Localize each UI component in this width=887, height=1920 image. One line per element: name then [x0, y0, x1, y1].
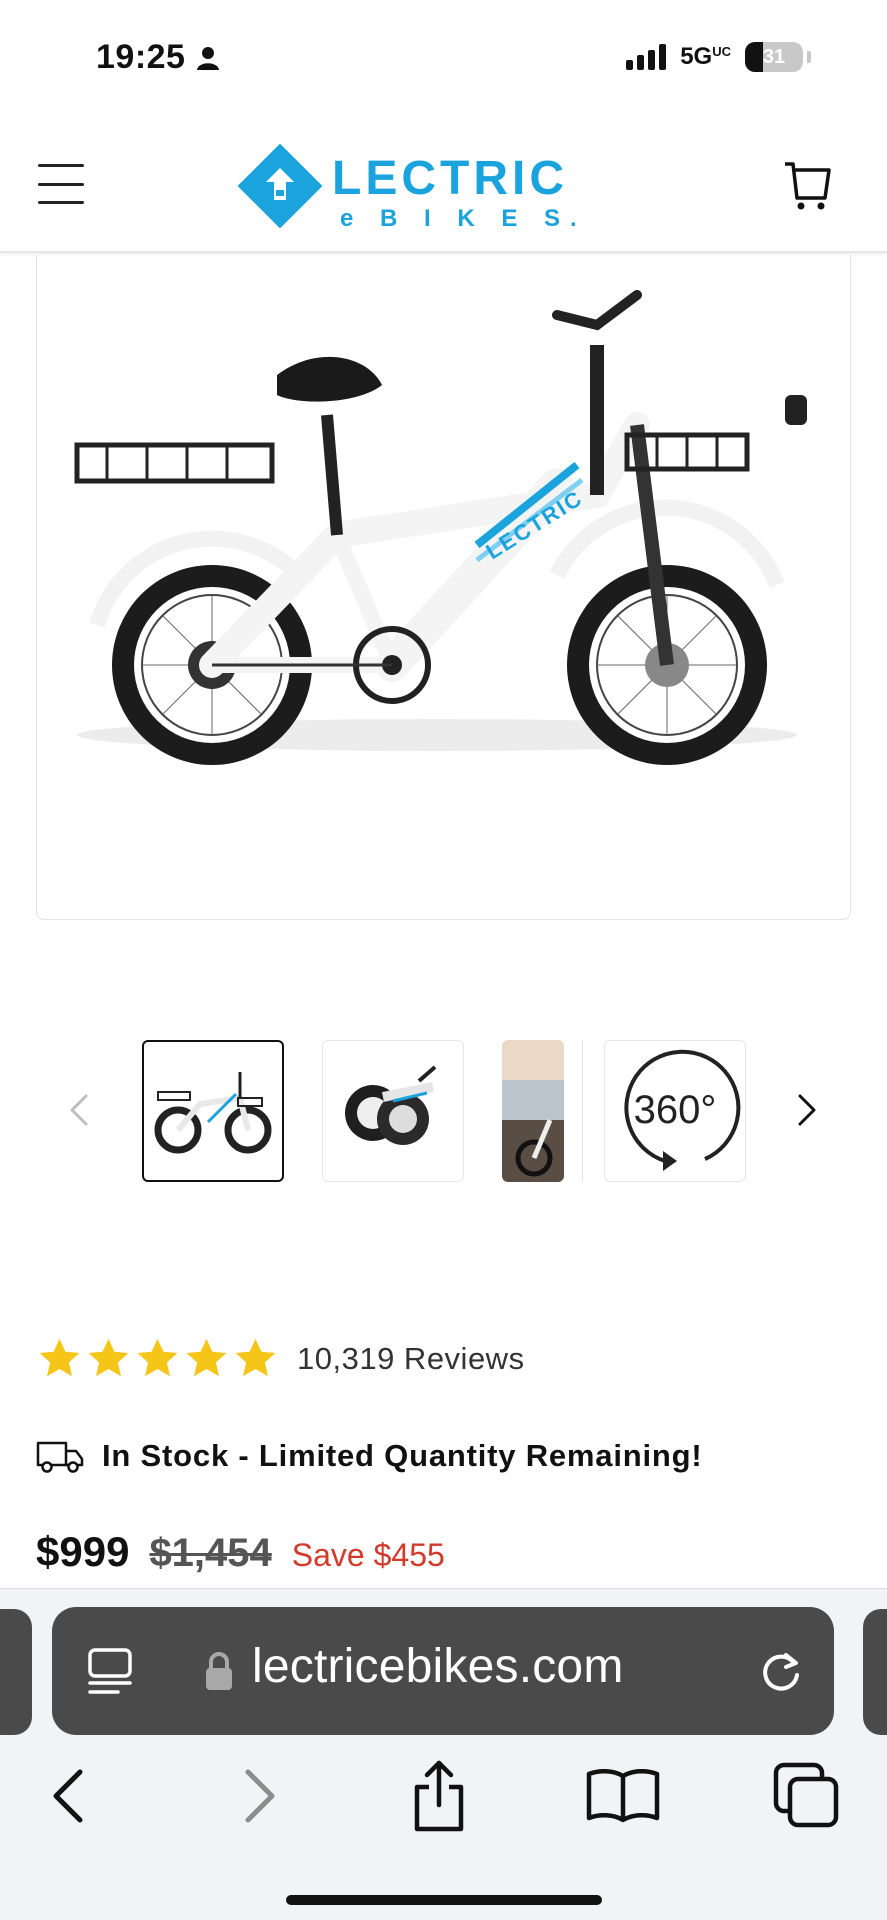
- battery-cap: [807, 51, 811, 63]
- share-icon[interactable]: [394, 1751, 484, 1841]
- url-text[interactable]: lectricebikes.com: [252, 1639, 624, 1694]
- star-icon: [88, 1338, 129, 1377]
- thumbnail-lifestyle-image: [502, 1040, 564, 1182]
- back-arrow-icon[interactable]: [24, 1751, 114, 1841]
- next-tab-preview[interactable]: [863, 1609, 887, 1735]
- savings-label: Save $455: [291, 1537, 445, 1573]
- logo-graphic: LECTRIC e B I K E S.: [237, 143, 587, 232]
- forward-arrow-icon[interactable]: [214, 1751, 304, 1841]
- logo-wordmark: LECTRIC: [332, 152, 568, 205]
- thumbnail-folded-view[interactable]: [322, 1040, 464, 1182]
- current-price: $999: [36, 1528, 130, 1575]
- network-label: 5GUC: [680, 43, 731, 70]
- cart-icon[interactable]: [781, 158, 833, 212]
- tabs-icon[interactable]: [762, 1751, 852, 1841]
- reload-icon[interactable]: [756, 1647, 806, 1697]
- address-bar[interactable]: lectricebikes.com: [52, 1607, 834, 1735]
- chevron-left-icon[interactable]: [58, 1088, 102, 1132]
- rating-stars: [36, 1336, 279, 1382]
- tire-text-front: LECTRIC 20X3.0: [642, 771, 728, 798]
- safari-toolbar: lectricebikes.com: [0, 1588, 887, 1920]
- star-icon: [186, 1338, 227, 1377]
- thumbnail-carousel: 360°: [0, 1040, 887, 1182]
- battery-level: 31: [762, 45, 786, 68]
- lock-icon: [206, 1652, 232, 1690]
- site-header: LECTRIC e B I K E S.: [0, 118, 887, 253]
- person-icon: [197, 46, 220, 70]
- star-icon: [39, 1338, 80, 1377]
- bookmarks-icon[interactable]: [578, 1751, 668, 1841]
- reader-mode-icon[interactable]: [86, 1647, 134, 1697]
- thumbnail-lifestyle[interactable]: [502, 1040, 564, 1182]
- star-icon: [235, 1338, 276, 1377]
- lectric-logo[interactable]: LECTRIC e B I K E S.: [236, 138, 636, 234]
- previous-tab-preview[interactable]: [0, 1609, 32, 1735]
- chevron-right-icon[interactable]: [784, 1088, 828, 1132]
- battery-icon: 31: [745, 42, 803, 72]
- thumbnail-360-view[interactable]: 360°: [604, 1040, 746, 1182]
- browser-nav-row: [0, 1751, 887, 1861]
- thumbnail-folded-image: [345, 1065, 437, 1145]
- signal-icon: [626, 44, 667, 70]
- home-indicator: [286, 1895, 602, 1905]
- review-count[interactable]: 10,319 Reviews: [297, 1341, 525, 1377]
- clock-text: 19:25: [96, 38, 186, 76]
- product-main-image[interactable]: LECTRIC LECTRIC 20X3.0 LECTRIC 20X3.0: [36, 255, 851, 920]
- delivery-truck-icon: [36, 1441, 84, 1473]
- thumbnail-front-view[interactable]: [142, 1040, 284, 1182]
- stock-status: In Stock - Limited Quantity Remaining!: [36, 1438, 703, 1474]
- star-icon: [137, 1338, 178, 1377]
- logo-subtitle: e B I K E S.: [340, 205, 587, 232]
- rotate-360-icon: 360°: [624, 1049, 741, 1171]
- thumbnail-divider: [582, 1040, 583, 1182]
- stock-text: In Stock - Limited Quantity Remaining!: [102, 1438, 703, 1473]
- hamburger-menu-icon[interactable]: [38, 164, 84, 204]
- status-time: 19:25: [96, 38, 221, 77]
- reviews-summary[interactable]: 10,319 Reviews: [36, 1336, 525, 1382]
- status-right: 5GUC 31: [626, 42, 811, 72]
- ebike-image: LECTRIC LECTRIC 20X3.0 LECTRIC 20X3.0: [74, 290, 807, 798]
- status-bar: 19:25 5GUC 31: [0, 0, 887, 118]
- thumbnail-bike-image: [154, 1072, 272, 1154]
- price-row: $999 $1,454 Save $455: [36, 1528, 445, 1576]
- label-360: 360°: [634, 1088, 717, 1132]
- original-price: $1,454: [149, 1531, 272, 1575]
